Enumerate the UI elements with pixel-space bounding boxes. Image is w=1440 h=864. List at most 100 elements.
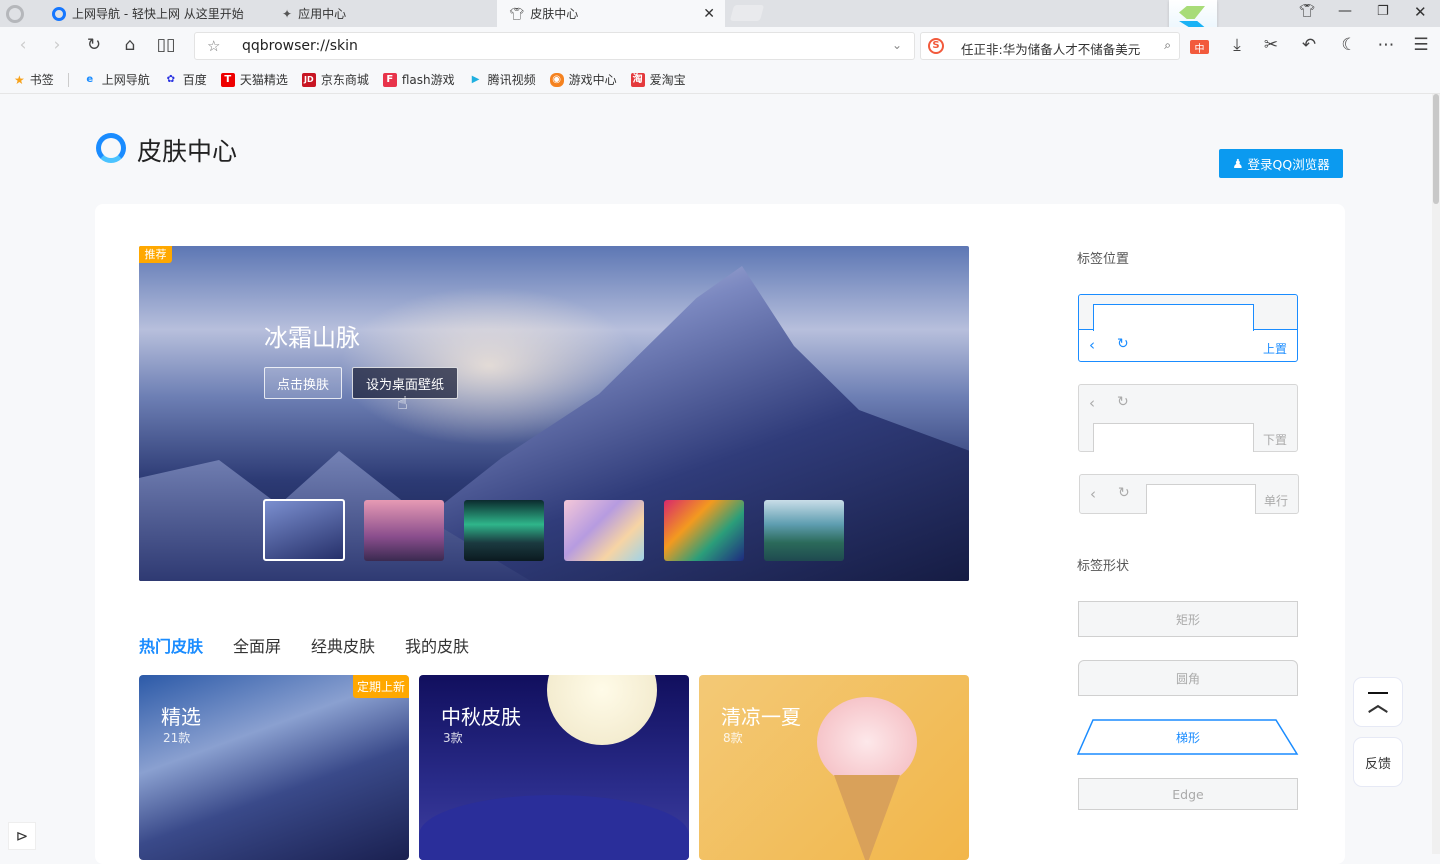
- tencent-video-icon: ▶: [471, 73, 480, 85]
- tab-position-bottom[interactable]: ‹ ↻ 下置: [1078, 384, 1298, 452]
- reload-icon[interactable]: ↻: [83, 35, 105, 55]
- reload-icon: ↻: [1117, 336, 1129, 352]
- tab-classic-skins[interactable]: 经典皮肤: [311, 633, 375, 657]
- bookmark-item[interactable]: e 上网导航: [83, 71, 150, 88]
- bookmarks-bar: ★ 书签 e 上网导航 ✿ 百度 T 天猫精选 JD 京东商城 Fflash游戏 ▶ 腾讯视…: [0, 66, 1440, 94]
- skin-thumbnail[interactable]: [364, 500, 444, 561]
- skin-shirt-icon[interactable]: 👕︎: [1299, 4, 1316, 19]
- skin-thumbnail[interactable]: [464, 500, 544, 561]
- skin-thumbnail[interactable]: [664, 500, 744, 561]
- shape-trapezoid[interactable]: 梯形: [1078, 719, 1298, 755]
- card-count: 3款: [443, 731, 463, 745]
- bookmark-item[interactable]: 淘爱淘宝: [630, 71, 686, 88]
- bookmark-item[interactable]: JD 京东商城: [301, 71, 369, 88]
- bookmark-item[interactable]: Fflash游戏: [382, 71, 455, 88]
- search-text[interactable]: 任正非:华为储备人才不储备美元: [961, 39, 1140, 58]
- sogou-icon[interactable]: S: [928, 38, 944, 54]
- ie-icon: e: [86, 73, 94, 85]
- shape-edge[interactable]: Edge: [1078, 778, 1298, 810]
- reload-icon: ↻: [1117, 394, 1129, 410]
- search-icon[interactable]: ⌕: [1164, 38, 1171, 53]
- tab-skin-center[interactable]: 👕︎ 皮肤中心 ✕: [497, 0, 725, 27]
- close-window-icon[interactable]: ✕: [1414, 3, 1427, 21]
- login-button[interactable]: ♟ 登录QQ浏览器: [1219, 149, 1343, 178]
- tab-position-top[interactable]: ‹ ↻ 上置: [1078, 294, 1298, 362]
- menu-icon[interactable]: ☰: [1410, 35, 1432, 55]
- skin-thumbnail[interactable]: [564, 500, 644, 561]
- close-tab-icon[interactable]: ✕: [703, 6, 715, 22]
- search-box[interactable]: S 任正非:华为储备人才不储备美元 ⌕: [920, 32, 1180, 60]
- tab-my-skins[interactable]: 我的皮肤: [405, 633, 469, 657]
- tab-app-center[interactable]: ✦ 应用中心: [270, 0, 495, 27]
- tab-position-single-row[interactable]: ‹ ↻ 单行: [1079, 474, 1299, 514]
- bookmark-item[interactable]: ◉ 游戏中心: [549, 71, 617, 88]
- star-icon: ★: [14, 72, 25, 87]
- skin-card-summer[interactable]: 清凉一夏 8款: [699, 675, 969, 860]
- bookmark-item[interactable]: ✿ 百度: [164, 71, 207, 88]
- address-bar[interactable]: ☆ qqbrowser://skin ⌄: [194, 32, 915, 60]
- tab-position-label: 标签位置: [1077, 252, 1130, 267]
- new-tab-button[interactable]: [729, 5, 765, 21]
- card-title: 精选: [161, 705, 201, 729]
- card-count: 21款: [163, 731, 191, 745]
- card-count: 8款: [723, 731, 743, 745]
- card-title: 清凉一夏: [721, 705, 801, 729]
- feedback-button[interactable]: 反馈: [1353, 737, 1403, 787]
- card-title: 中秋皮肤: [441, 705, 521, 729]
- bookmark-label: 百度: [182, 73, 207, 87]
- divider: [67, 72, 69, 87]
- restore-icon[interactable]: ❐: [1377, 4, 1389, 19]
- home-icon[interactable]: ⌂: [119, 35, 141, 55]
- shape-rounded[interactable]: 圆角: [1078, 660, 1298, 696]
- scissors-icon[interactable]: ✂: [1260, 35, 1282, 55]
- scrollbar[interactable]: [1432, 94, 1440, 854]
- download-icon[interactable]: ⤓: [1226, 35, 1248, 55]
- skin-thumbnail[interactable]: [263, 499, 345, 561]
- extension-icon[interactable]: 中: [1190, 40, 1209, 55]
- banner-title: 冰霜山脉: [264, 324, 360, 352]
- back-icon: ‹: [1089, 394, 1095, 412]
- scrollbar-thumb[interactable]: [1433, 94, 1439, 204]
- back-icon: ‹: [1090, 485, 1096, 503]
- tab-shape-label: 标签形状: [1077, 559, 1130, 574]
- forward-icon[interactable]: ›: [46, 35, 68, 55]
- tab-hot-skins[interactable]: 热门皮肤: [139, 633, 203, 657]
- minimize-icon[interactable]: —: [1338, 3, 1352, 19]
- bookmark-item[interactable]: ▶ 腾讯视频: [469, 71, 536, 88]
- undo-icon[interactable]: ↶: [1298, 35, 1320, 55]
- apply-skin-button[interactable]: 点击换肤: [264, 367, 342, 399]
- puzzle-icon: ✦: [282, 6, 293, 21]
- skin-card-mid-autumn[interactable]: 中秋皮肤 3款: [419, 675, 689, 860]
- bookmark-item[interactable]: T 天猫精选: [220, 71, 288, 88]
- dropdown-chevron-icon[interactable]: ⌄: [892, 38, 902, 52]
- url-text[interactable]: qqbrowser://skin: [242, 38, 358, 54]
- taobao-icon: 淘: [630, 72, 645, 87]
- flash-game-icon: F: [382, 72, 397, 87]
- back-icon[interactable]: ‹: [12, 35, 34, 55]
- back-to-top-button[interactable]: ︿: [1353, 677, 1403, 727]
- bookmark-star-icon[interactable]: ☆: [207, 37, 220, 55]
- bookmark-label: 京东商城: [320, 73, 369, 87]
- qq-browser-icon: [52, 6, 66, 21]
- bookmark-item[interactable]: ★ 书签: [14, 71, 54, 88]
- tab-nav[interactable]: 上网导航 - 轻快上网 从这里开始: [40, 0, 270, 27]
- tab-fullscreen[interactable]: 全面屏: [233, 633, 281, 657]
- bookmark-label: 上网导航: [101, 73, 150, 87]
- night-mode-icon[interactable]: ☾: [1338, 35, 1360, 55]
- sidebar-toggle-icon[interactable]: ⊳: [8, 822, 36, 850]
- ice-cream-image: [817, 697, 917, 787]
- qq-browser-logo: [96, 133, 126, 163]
- gamepad-icon: ◉: [549, 72, 564, 87]
- shape-rectangle[interactable]: 矩形: [1078, 601, 1298, 637]
- skin-thumbnail[interactable]: [764, 500, 844, 561]
- bookmark-label: flash游戏: [401, 73, 455, 87]
- more-icon[interactable]: ⋯: [1375, 35, 1397, 55]
- skin-card-featured[interactable]: 定期上新 精选 21款: [139, 675, 409, 860]
- option-label: 下置: [1262, 433, 1287, 447]
- bookmark-label: 书签: [29, 73, 54, 87]
- recommend-badge: 推荐: [139, 246, 172, 263]
- reader-book-icon[interactable]: ▯▯: [155, 35, 177, 55]
- tab-bar: 上网导航 - 轻快上网 从这里开始 ✦ 应用中心 👕︎ 皮肤中心 ✕ 👕︎ — …: [0, 0, 1440, 44]
- back-icon: ‹: [1089, 336, 1095, 354]
- qq-penguin-icon: ♟: [1232, 156, 1244, 171]
